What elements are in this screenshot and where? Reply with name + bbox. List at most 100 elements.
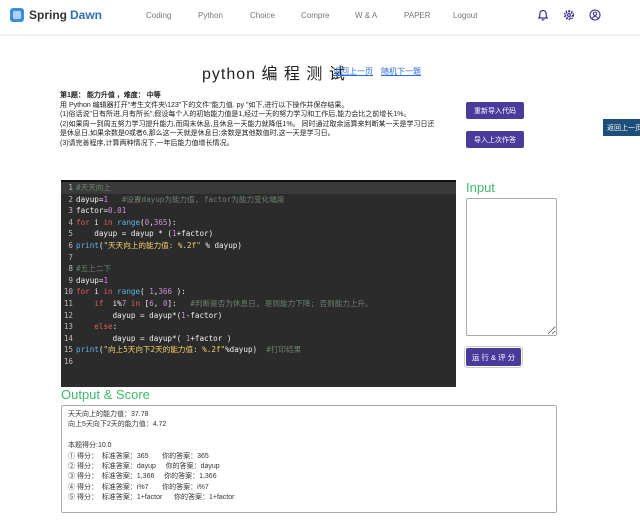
code-line[interactable]: 4 for i in range(0,365): — [61, 217, 456, 229]
code-token: range — [117, 217, 141, 227]
user-icon[interactable] — [589, 9, 601, 21]
line-number: 9 — [68, 275, 73, 285]
nav-link-logout[interactable]: Logout — [453, 11, 477, 20]
line-number: 11 — [63, 298, 73, 308]
output-line: 天天向上的能力值：37.78 — [68, 411, 149, 418]
code-token: 366 — [158, 287, 173, 297]
output-line: ① 得分： 标准答案：365 你的答案：365 — [68, 452, 209, 460]
code-token: #判断是否为休息日, 是则能力下降; 否则能力上升。 — [190, 298, 373, 308]
code-token: for — [76, 287, 90, 297]
gear-icon[interactable] — [563, 9, 575, 21]
line-number: 3 — [68, 206, 73, 216]
task-line: (3)请完善程序,计算两种情况下,一年后能力值增长情况。 — [60, 139, 234, 147]
nav-link-python[interactable]: Python — [198, 11, 223, 20]
code-line[interactable]: 16 — [61, 356, 456, 368]
code-token: else — [94, 322, 113, 332]
input-textarea[interactable] — [466, 198, 557, 336]
code-token: #五上二下 — [76, 264, 111, 274]
code-line[interactable]: 13 else: — [61, 321, 456, 333]
output-line: ③ 得分： 标准答案：1,366 你的答案：1,366 — [68, 473, 217, 481]
code-token: "天天向上的能力值: %.2f" — [103, 240, 201, 250]
code-line[interactable]: 1 #天天向上 — [61, 182, 456, 194]
line-number: 1 — [68, 183, 73, 192]
code-token: ): — [167, 217, 177, 227]
brand-name-second: Dawn — [70, 8, 103, 22]
code-token: in — [103, 217, 113, 227]
line-number: 4 — [68, 217, 73, 227]
prev-page-link[interactable]: 返回上一页 — [333, 66, 373, 77]
code-token: i — [89, 217, 104, 227]
code-line[interactable]: 10 for i in range( 1,366 ): — [61, 286, 456, 298]
code-token: 0.01 — [108, 206, 127, 216]
task-line: 用 Python 编辑器打开"考生文件夹\123"下的文件"能力值. py "如… — [60, 101, 349, 109]
code-token: dayup — [76, 194, 99, 204]
task-line: (1)俗话说"日有所进,月有所长",假设每个人的初始能力值是1,经过一天的努力学… — [60, 111, 411, 118]
line-number: 8 — [68, 264, 73, 274]
line-number: 10 — [63, 287, 73, 297]
code-token: 1 — [103, 275, 109, 285]
line-number: 6 — [68, 240, 73, 250]
code-line[interactable]: 2 dayup=1 #设置dayup为能力值, factor为能力变化幅度 — [61, 194, 456, 206]
line-number: 15 — [63, 345, 73, 355]
code-line[interactable]: 6 print("天天向上的能力值: %.2f" % dayup) — [61, 240, 456, 252]
output-line: 向上5天向下2天的能力值：4.72 — [68, 421, 167, 429]
task-description: 第1题： 能力升值 ，难度： 中等 用 Python 编辑器打开"考生文件夹\1… — [60, 91, 460, 148]
code-token: dayup = dayup * ( — [76, 229, 173, 239]
side-back-button[interactable]: 返回上一页 — [603, 119, 640, 136]
reimport-code-button[interactable]: 重新导入代码 — [466, 102, 524, 119]
line-number: 12 — [63, 310, 73, 320]
code-token: #天天向上 — [76, 183, 111, 192]
code-line[interactable]: 7 — [61, 252, 456, 264]
nav-link-compre[interactable]: Compre — [301, 11, 329, 20]
nav-link-coding[interactable]: Coding — [146, 11, 171, 20]
line-number: 13 — [63, 322, 73, 332]
code-line[interactable]: 3 factor=0.01 — [61, 205, 456, 217]
code-token: dayup — [76, 275, 99, 285]
run-and-score-button[interactable]: 运 行 & 评 分 — [464, 346, 523, 368]
brand-name-first: Spring — [29, 8, 67, 22]
code-line[interactable]: 5 dayup = dayup * (1+factor) — [61, 228, 456, 240]
code-line[interactable]: 14 dayup = dayup*( 1+factor ) — [61, 333, 456, 345]
import-last-answer-button[interactable]: 导入上次作答 — [466, 131, 524, 148]
line-number: 7 — [68, 252, 73, 262]
code-line[interactable]: 8 #五上二下 — [61, 263, 456, 275]
nav-link-choice[interactable]: Choice — [250, 11, 275, 20]
input-label: Input — [466, 180, 495, 195]
line-number: 14 — [63, 333, 73, 343]
code-token: for — [76, 217, 90, 227]
code-token: "向上5天向下2天的能力值: %.2f" — [103, 345, 226, 355]
code-token: % dayup) — [200, 240, 242, 250]
output-line: ② 得分： 标准答案：dayup 你的答案：dayup — [68, 462, 220, 470]
code-editor[interactable]: 1 #天天向上 2 dayup=1 #设置dayup为能力值, factor为能力变化… — [61, 180, 456, 387]
code-token: 365 — [153, 217, 168, 227]
code-token: print — [76, 240, 99, 250]
code-line[interactable]: 9 dayup=1 — [61, 275, 456, 287]
code-token: #打印结果 — [266, 345, 302, 355]
code-token: dayup = dayup*( — [76, 333, 186, 343]
brand-logo[interactable]: Spring Dawn — [10, 8, 102, 22]
nav-link-wa[interactable]: W & A — [355, 11, 377, 20]
bell-icon[interactable] — [537, 9, 549, 21]
code-line[interactable]: 12 dayup = dayup*(1-factor) — [61, 310, 456, 322]
output-line: ⑤ 得分： 标准答案：1+factor 你的答案：1+factor — [68, 494, 235, 502]
top-navbar: Spring Dawn Coding Python Choice Compre … — [0, 0, 640, 34]
nav-link-paper[interactable]: PAPER — [404, 11, 431, 20]
output-line: ④ 得分： 标准答案：i%7 你的答案：i%7 — [68, 483, 209, 491]
code-token: i% — [103, 298, 122, 308]
output-box: 天天向上的能力值：37.78 向上5天向下2天的能力值：4.72 本题得分:10.0… — [61, 405, 557, 513]
code-token: , — [153, 298, 163, 308]
code-line[interactable]: 15 print("向上5天向下2天的能力值: %.2f"%dayup) #打印结… — [61, 344, 456, 356]
output-label: Output & Score — [61, 387, 150, 402]
code-token: #设置dayup为能力值, factor为能力变化幅度 — [121, 194, 285, 204]
code-line[interactable]: 11 if i%7 in [6, 0]: #判断是否为休息日, 是则能力下降; … — [61, 298, 456, 310]
task-line: 是休息日,如果余数是0或者6,那么这一天就是休息日;余数是其他数值时,这一天是学… — [60, 130, 335, 137]
page-title: python 编 程 测 试 — [202, 66, 346, 83]
code-token: dayup = dayup*( — [76, 310, 182, 320]
code-token: %dayup) — [225, 345, 267, 355]
random-next-link[interactable]: 随机下一题 — [381, 66, 421, 77]
code-token: in — [103, 287, 113, 297]
